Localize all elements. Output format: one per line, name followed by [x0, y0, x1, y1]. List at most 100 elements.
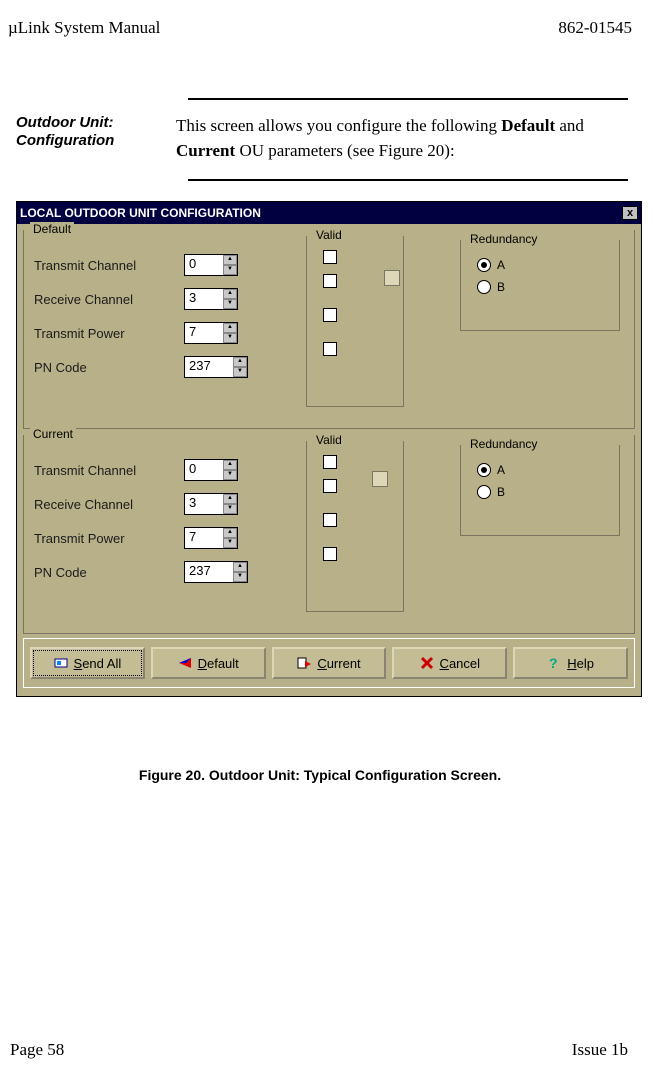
current-transmit-power-spinner[interactable]: 7 ▲▼	[184, 527, 238, 549]
send-all-label: SSend Allend All	[74, 656, 122, 671]
rule-bottom	[188, 179, 628, 181]
label-transmit-power: Transmit Power	[34, 326, 184, 341]
current-valid-check-3[interactable]	[323, 513, 337, 527]
redundancy-b-row[interactable]: B	[477, 481, 603, 503]
default-frame-title: Default	[30, 222, 74, 236]
valid-title: Valid	[313, 228, 345, 242]
spinner-value: 7	[185, 323, 223, 343]
spinner-value: 7	[185, 528, 223, 548]
redundancy-a-row[interactable]: A	[477, 254, 603, 276]
body-tail: OU parameters (see Figure 20):	[235, 141, 455, 160]
rule-top	[188, 98, 628, 100]
radio-b[interactable]	[477, 280, 491, 294]
spinner-buttons[interactable]: ▲▼	[223, 528, 237, 548]
label-transmit-channel: Transmit Channel	[34, 258, 184, 273]
current-label: Current	[317, 656, 360, 671]
current-valid-check-1[interactable]	[323, 455, 337, 469]
default-frame: Default Transmit Channel 0 ▲▼ Receive Ch…	[23, 230, 635, 429]
label-pn-code: PN Code	[34, 360, 184, 375]
body-mid: and	[555, 116, 584, 135]
stray-box	[372, 471, 388, 487]
button-bar: SSend Allend All Default Current	[23, 638, 635, 688]
spinner-value: 3	[185, 494, 223, 514]
dialog-title: LOCAL OUTDOOR UNIT CONFIGURATION	[20, 206, 261, 220]
default-valid-check-1[interactable]	[323, 250, 337, 264]
spinner-buttons[interactable]: ▲▼	[223, 460, 237, 480]
default-valid-check-3[interactable]	[323, 308, 337, 322]
redundancy-b-row[interactable]: B	[477, 276, 603, 298]
spinner-buttons[interactable]: ▲▼	[233, 562, 247, 582]
current-button[interactable]: Current	[272, 647, 387, 679]
default-icon	[178, 656, 192, 670]
radio-b-label: B	[497, 280, 505, 294]
footer-left: Page 58	[10, 1040, 64, 1060]
label-pn-code: PN Code	[34, 565, 184, 580]
close-icon[interactable]: x	[622, 206, 638, 220]
footer-right: Issue 1b	[572, 1040, 628, 1060]
current-valid-frame: Valid	[306, 441, 404, 612]
help-label: Help	[567, 656, 594, 671]
radio-a[interactable]	[477, 463, 491, 477]
radio-b[interactable]	[477, 485, 491, 499]
current-frame: Current Transmit Channel 0 ▲▼ Receive Ch…	[23, 435, 635, 634]
spinner-value: 237	[185, 562, 233, 582]
default-transmit-power-spinner[interactable]: 7 ▲▼	[184, 322, 238, 344]
default-pn-code-spinner[interactable]: 237 ▲▼	[184, 356, 248, 378]
svg-text:?: ?	[549, 656, 558, 670]
radio-a-label: A	[497, 463, 505, 477]
help-icon: ?	[547, 656, 561, 670]
stray-box	[384, 270, 400, 286]
valid-title: Valid	[313, 433, 345, 447]
spinner-value: 3	[185, 289, 223, 309]
header-right: 862-01545	[558, 18, 632, 38]
titlebar: LOCAL OUTDOOR UNIT CONFIGURATION x	[17, 202, 641, 224]
label-transmit-power: Transmit Power	[34, 531, 184, 546]
radio-b-label: B	[497, 485, 505, 499]
default-valid-check-4[interactable]	[323, 342, 337, 356]
radio-a[interactable]	[477, 258, 491, 272]
redundancy-a-row[interactable]: A	[477, 459, 603, 481]
spinner-buttons[interactable]: ▲▼	[223, 255, 237, 275]
spinner-value: 0	[185, 255, 223, 275]
config-dialog: LOCAL OUTDOOR UNIT CONFIGURATION x Defau…	[16, 201, 642, 697]
spinner-buttons[interactable]: ▲▼	[223, 289, 237, 309]
label-receive-channel: Receive Channel	[34, 292, 184, 307]
current-icon	[297, 656, 311, 670]
default-redundancy-frame: Redundancy A B	[460, 240, 620, 331]
spinner-value: 237	[185, 357, 233, 377]
body-bold-default: Default	[501, 116, 555, 135]
current-valid-check-4[interactable]	[323, 547, 337, 561]
header-left: µLink System Manual	[8, 18, 160, 38]
send-all-icon	[54, 656, 68, 670]
body-line: This screen allows you configure the fol…	[176, 116, 501, 135]
redundancy-title: Redundancy	[467, 232, 540, 246]
label-receive-channel: Receive Channel	[34, 497, 184, 512]
label-transmit-channel: Transmit Channel	[34, 463, 184, 478]
body-paragraph: This screen allows you configure the fol…	[176, 114, 632, 163]
spinner-buttons[interactable]: ▲▼	[233, 357, 247, 377]
cancel-icon	[420, 656, 434, 670]
default-transmit-channel-spinner[interactable]: 0 ▲▼	[184, 254, 238, 276]
spinner-buttons[interactable]: ▲▼	[223, 323, 237, 343]
default-button[interactable]: Default	[151, 647, 266, 679]
radio-a-label: A	[497, 258, 505, 272]
help-button[interactable]: ? Help	[513, 647, 628, 679]
current-redundancy-frame: Redundancy A B	[460, 445, 620, 536]
current-pn-code-spinner[interactable]: 237 ▲▼	[184, 561, 248, 583]
default-valid-frame: Valid	[306, 236, 404, 407]
send-all-button[interactable]: SSend Allend All	[30, 647, 145, 679]
default-label: Default	[198, 656, 239, 671]
current-transmit-channel-spinner[interactable]: 0 ▲▼	[184, 459, 238, 481]
spinner-value: 0	[185, 460, 223, 480]
default-valid-check-2[interactable]	[323, 274, 337, 288]
figure-caption: Figure 20. Outdoor Unit: Typical Configu…	[8, 767, 632, 783]
redundancy-title: Redundancy	[467, 437, 540, 451]
current-valid-check-2[interactable]	[323, 479, 337, 493]
spinner-buttons[interactable]: ▲▼	[223, 494, 237, 514]
body-bold-current: Current	[176, 141, 235, 160]
cancel-button[interactable]: Cancel	[392, 647, 507, 679]
current-receive-channel-spinner[interactable]: 3 ▲▼	[184, 493, 238, 515]
margin-title: Outdoor Unit: Configuration	[16, 114, 176, 163]
cancel-label: Cancel	[440, 656, 480, 671]
default-receive-channel-spinner[interactable]: 3 ▲▼	[184, 288, 238, 310]
